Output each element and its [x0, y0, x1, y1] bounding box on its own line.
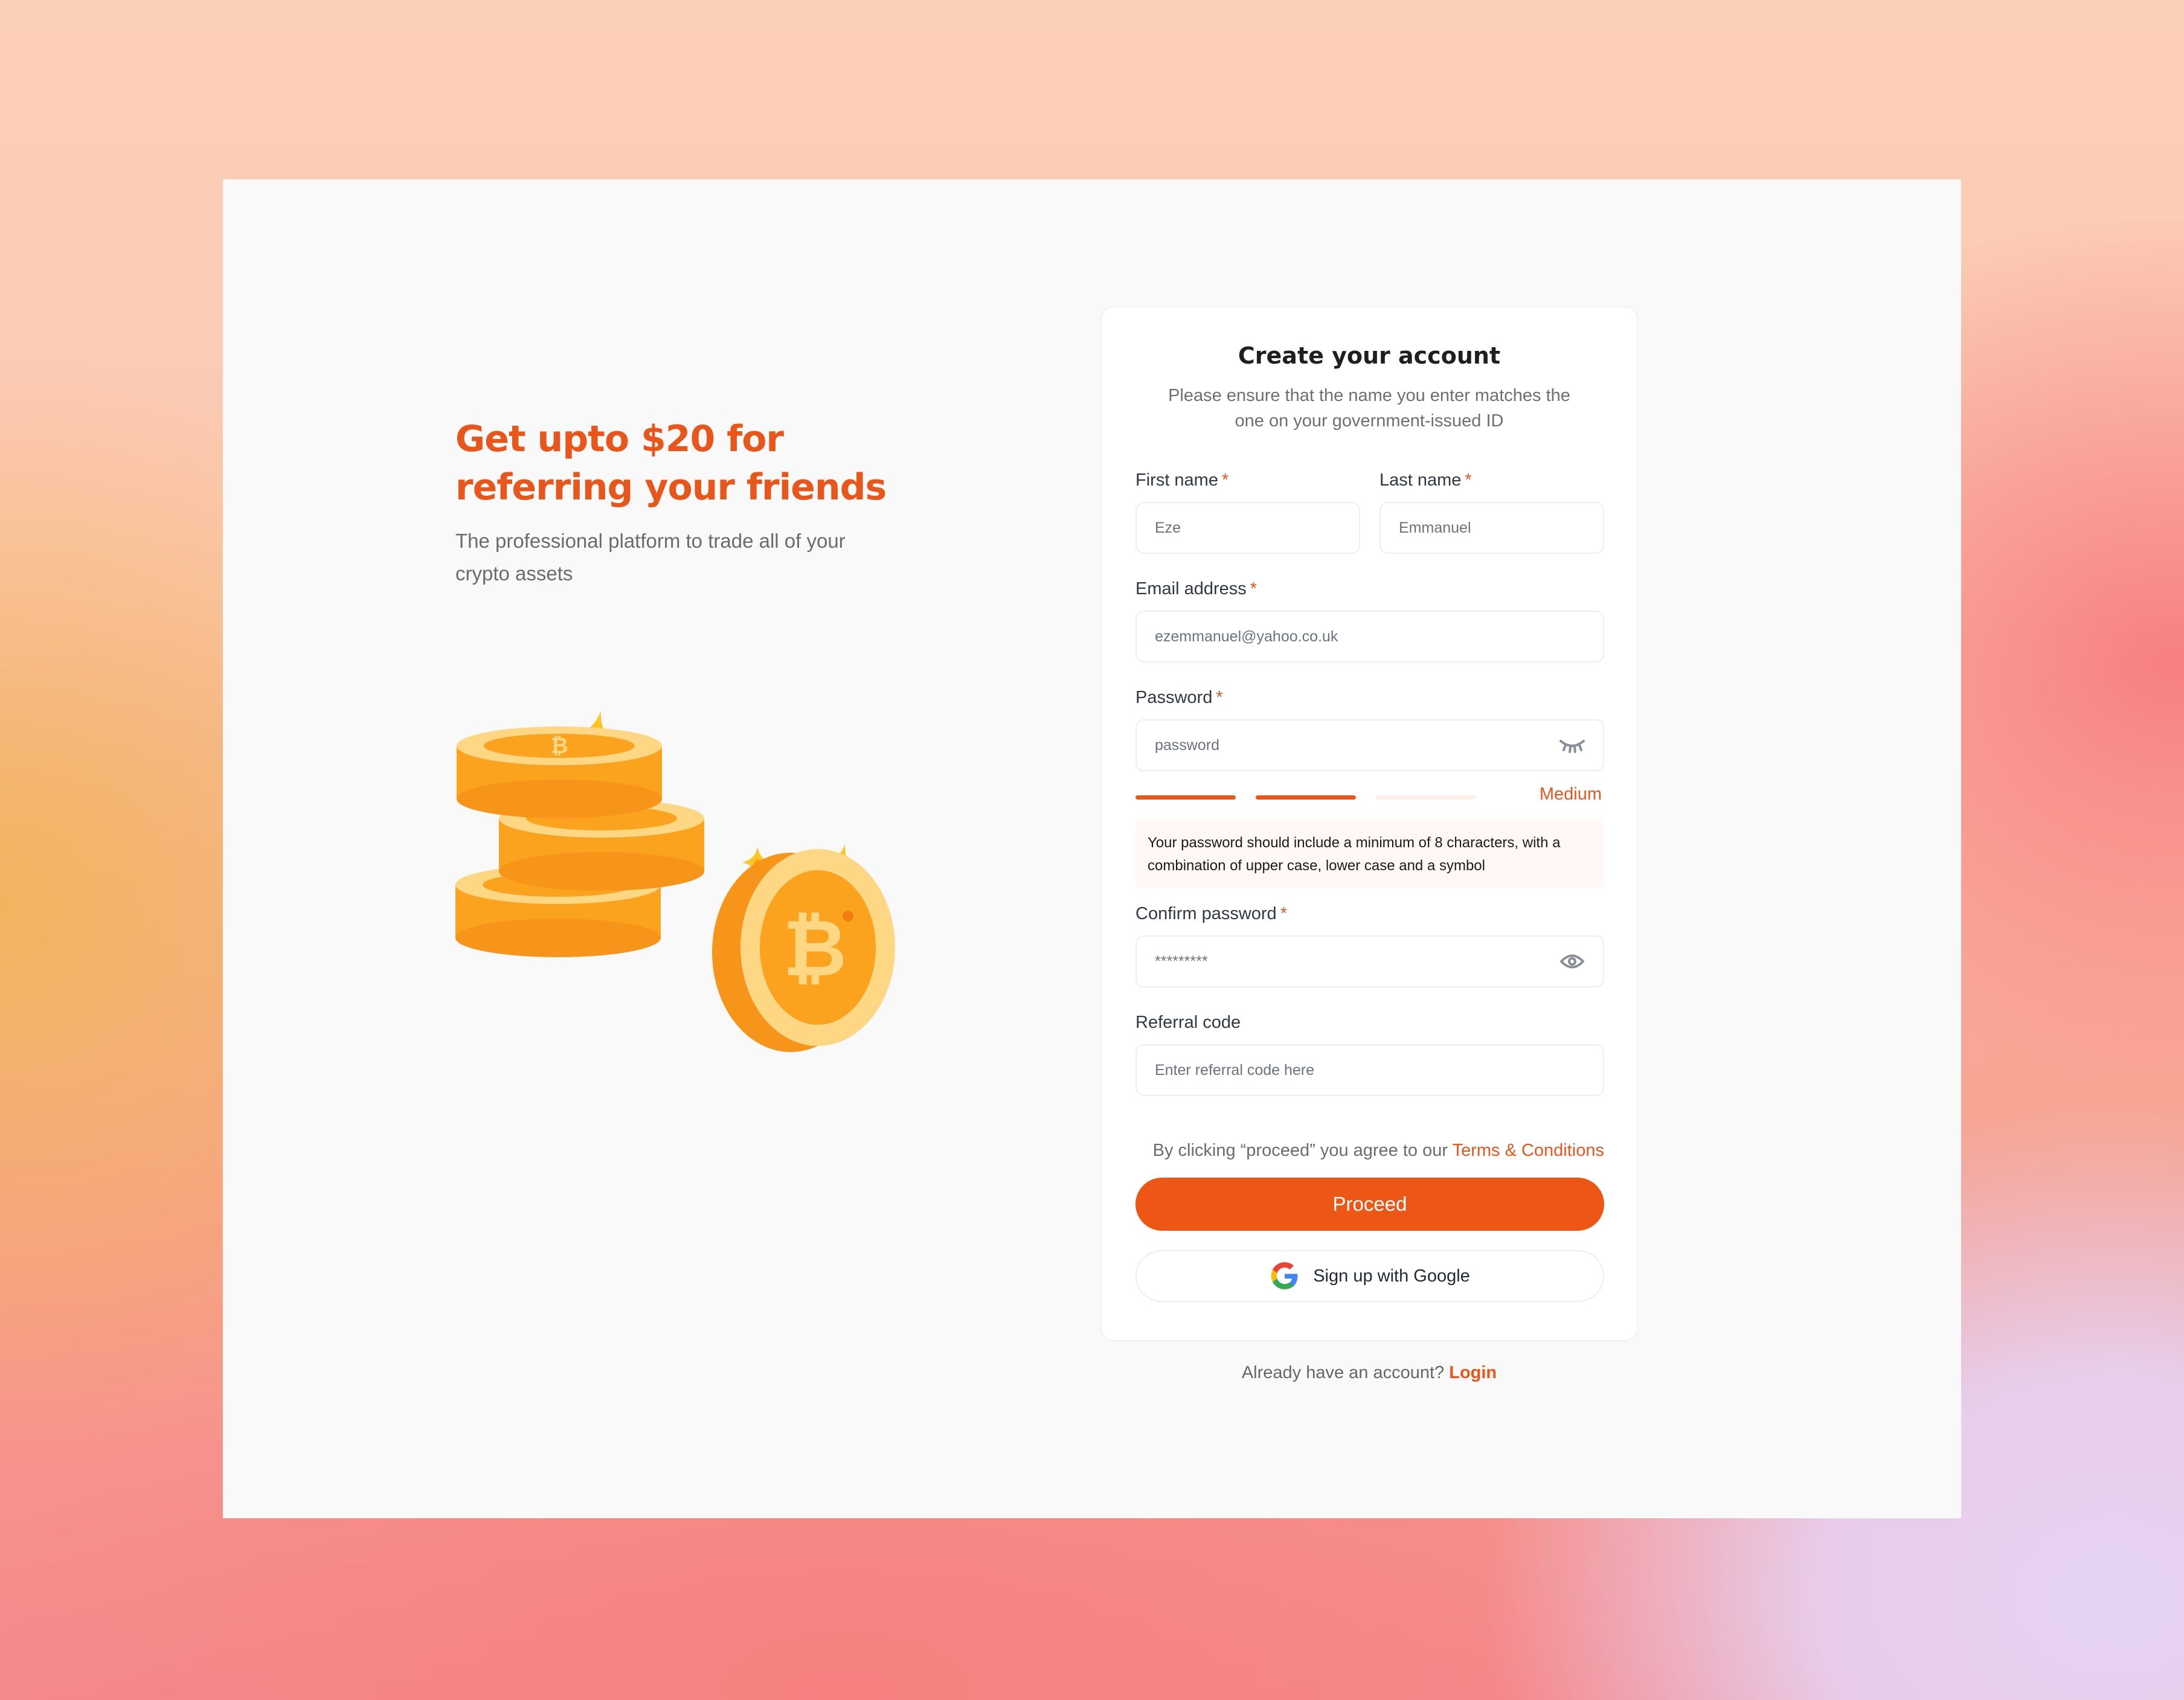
required-marker: *	[1465, 470, 1472, 490]
signup-card: Create your account Please ensure that t…	[1100, 306, 1638, 1341]
terms-link[interactable]: Terms & Conditions	[1453, 1141, 1604, 1160]
referral-field[interactable]	[1135, 1044, 1604, 1096]
confirm-password-field[interactable]	[1135, 935, 1604, 987]
required-marker: *	[1216, 688, 1223, 707]
first-name-label: First name *	[1135, 470, 1229, 490]
email-label: Email address *	[1135, 579, 1257, 598]
referral-label: Referral code	[1135, 1013, 1241, 1032]
required-marker: *	[1280, 904, 1287, 923]
proceed-button[interactable]: Proceed	[1135, 1178, 1604, 1231]
confirm-password-label: Confirm password *	[1135, 904, 1287, 923]
google-icon	[1271, 1262, 1298, 1289]
login-link[interactable]: Login	[1449, 1363, 1497, 1382]
bitcoin-coins-illustration: ₿ ₿	[455, 656, 914, 1200]
login-prompt: Already have an account? Login	[1241, 1363, 1497, 1382]
strength-segment	[1135, 795, 1236, 800]
confirm-password-input[interactable]	[1154, 952, 1552, 971]
referral-input[interactable]	[1154, 1060, 1586, 1080]
strength-label: Medium	[1539, 784, 1602, 804]
last-name-label: Last name *	[1379, 470, 1472, 490]
svg-text:₿: ₿	[783, 902, 847, 994]
form-title: Create your account	[1238, 342, 1501, 369]
strength-segment	[1256, 795, 1356, 800]
form-subtitle: Please ensure that the name you enter ma…	[1168, 386, 1570, 431]
first-name-field[interactable]	[1135, 502, 1360, 554]
promo-headline: Get upto $20 for referring your friends	[455, 418, 887, 508]
signup-page-panel: Get upto $20 for referring your friends …	[223, 179, 1961, 1518]
bitcoin-coin-standing: ₿	[712, 849, 895, 1052]
google-signup-label: Sign up with Google	[1313, 1266, 1470, 1286]
required-marker: *	[1250, 579, 1257, 598]
password-input[interactable]	[1154, 736, 1552, 755]
coin-stack-top: ₿	[457, 727, 662, 818]
password-hint: Your password should include a minimum o…	[1135, 820, 1604, 888]
svg-text:₿: ₿	[550, 734, 568, 759]
promo-subheadline: The professional platform to trade all o…	[455, 530, 846, 585]
email-field[interactable]	[1135, 611, 1604, 662]
email-input[interactable]	[1154, 627, 1586, 646]
eye-closed-icon[interactable]	[1558, 735, 1586, 755]
first-name-input[interactable]	[1154, 518, 1342, 537]
password-field[interactable]	[1135, 719, 1604, 771]
eye-open-icon[interactable]	[1558, 951, 1586, 972]
google-signup-button[interactable]: Sign up with Google	[1135, 1250, 1604, 1302]
last-name-field[interactable]	[1379, 502, 1604, 554]
password-label: Password *	[1135, 688, 1223, 707]
required-marker: *	[1221, 470, 1229, 490]
terms-notice: By clicking “proceed” you agree to our T…	[1152, 1141, 1604, 1160]
last-name-input[interactable]	[1398, 518, 1586, 537]
strength-segment	[1376, 795, 1476, 800]
